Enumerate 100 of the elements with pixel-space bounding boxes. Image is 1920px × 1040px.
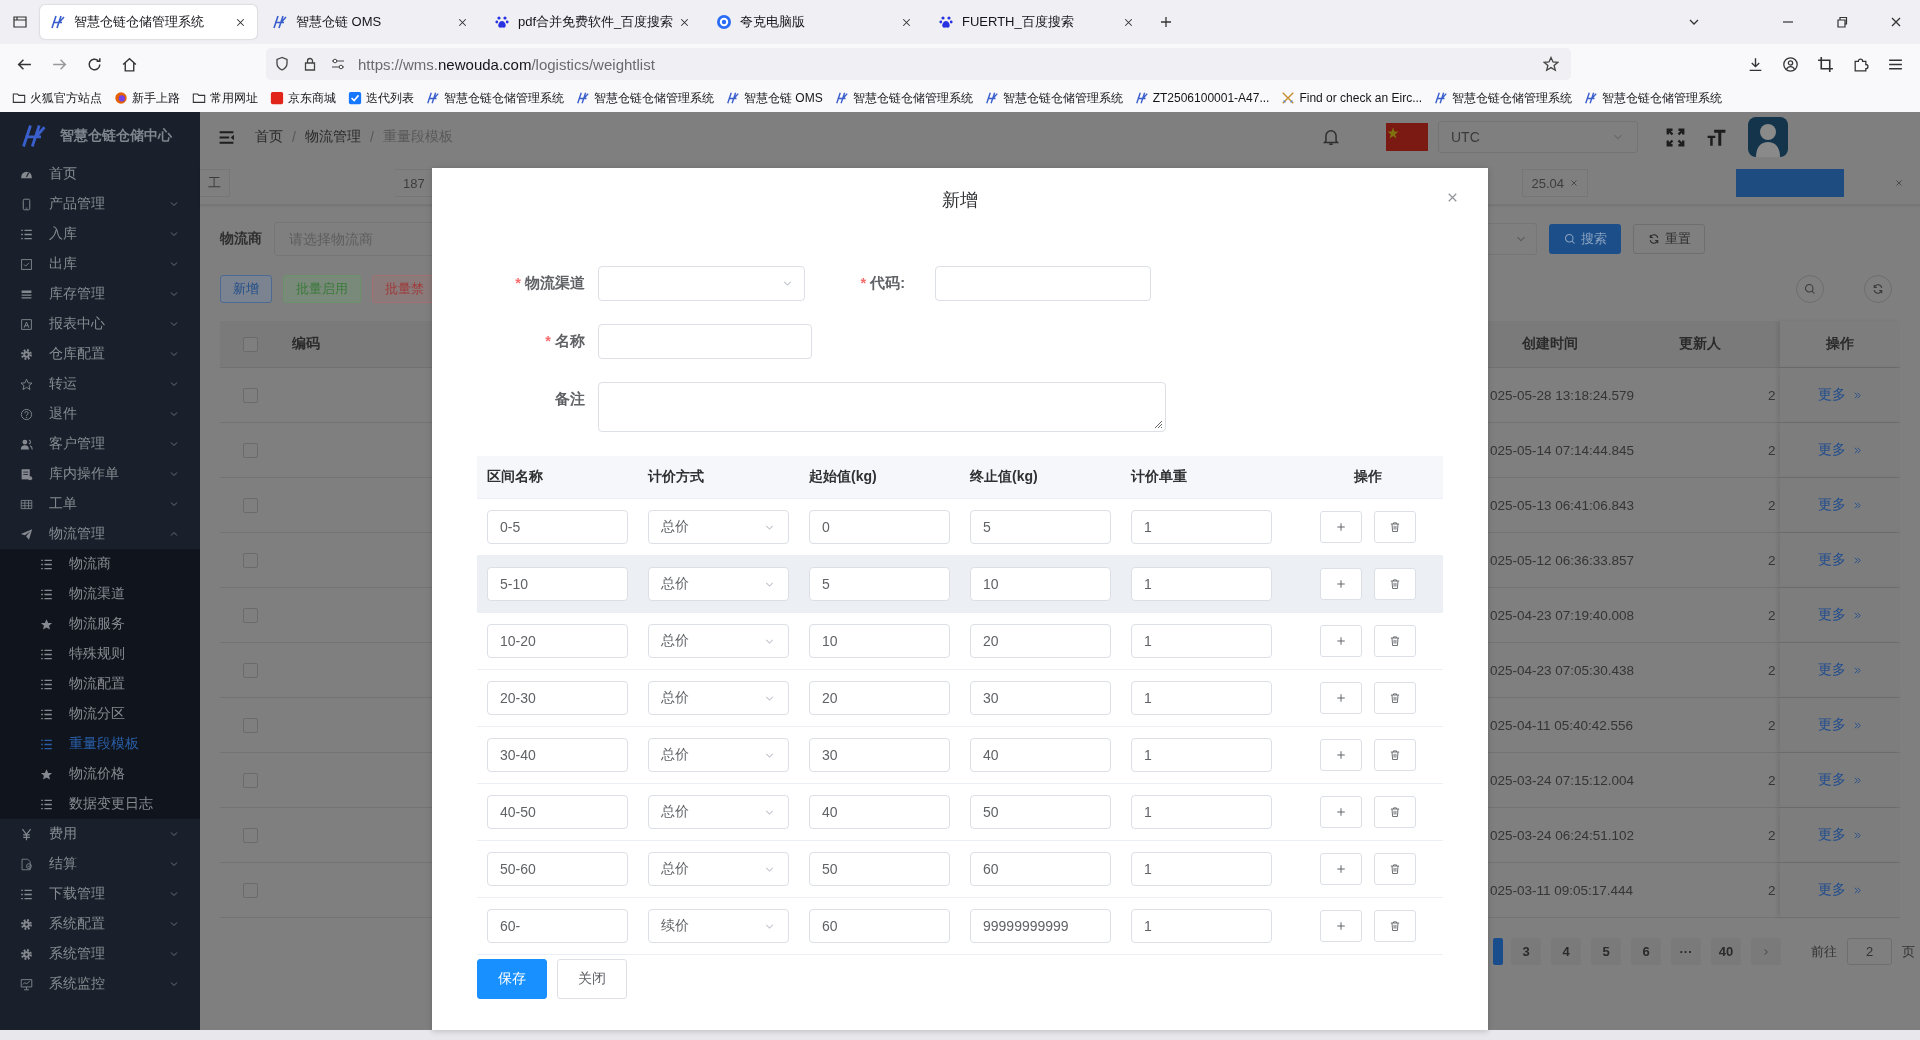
menu-item[interactable]: 库内操作单 xyxy=(0,459,200,489)
select-field[interactable]: 总价 xyxy=(648,624,789,658)
input-field[interactable]: 20 xyxy=(809,681,950,715)
menu-item[interactable]: 首页 xyxy=(0,159,200,189)
select-field[interactable]: 总价 xyxy=(648,738,789,772)
input-field[interactable]: 0 xyxy=(809,510,950,544)
bookmark[interactable]: 京东商城 xyxy=(270,89,336,107)
bookmark[interactable]: 智慧仓链仓储管理系统 xyxy=(576,89,714,107)
submenu-item[interactable]: 特殊规则 xyxy=(0,639,200,669)
select-field[interactable]: 总价 xyxy=(648,852,789,886)
menu-item[interactable]: 库存管理 xyxy=(0,279,200,309)
add-row-button[interactable] xyxy=(1319,682,1362,714)
select-field[interactable]: 总价 xyxy=(648,510,789,544)
select-field[interactable]: 总价 xyxy=(648,567,789,601)
search-toggle-button[interactable] xyxy=(1796,275,1824,303)
input-field[interactable]: 40 xyxy=(970,738,1111,772)
bookmark[interactable]: 智慧仓链仓储管理系统 xyxy=(834,89,973,107)
input-field[interactable] xyxy=(598,324,812,359)
page-button[interactable]: 3 xyxy=(1511,938,1541,965)
menu-item[interactable]: 产品管理 xyxy=(0,189,200,219)
page-button[interactable]: 4 xyxy=(1551,938,1581,965)
bookmark[interactable]: Find or check an Eirc... xyxy=(1281,91,1423,105)
delete-row-button[interactable] xyxy=(1373,796,1416,828)
input-field[interactable]: 1 xyxy=(1131,795,1272,829)
fullscreen-icon[interactable] xyxy=(1666,127,1685,147)
avatar[interactable] xyxy=(1748,117,1788,157)
bookmark[interactable]: 智慧仓链 OMS xyxy=(726,89,823,107)
menu-item[interactable]: 系统配置 xyxy=(0,909,200,939)
menu-item[interactable]: 客户管理 xyxy=(0,429,200,459)
bookmark[interactable]: 火狐官方站点 xyxy=(12,89,102,107)
input-field[interactable]: 60- xyxy=(487,909,628,943)
delete-row-button[interactable] xyxy=(1373,568,1416,600)
menu-item[interactable]: 系统监控 xyxy=(0,969,200,999)
reset-button[interactable]: 重置 xyxy=(1633,224,1705,254)
input-field[interactable]: 20 xyxy=(970,624,1111,658)
input-field[interactable]: 50 xyxy=(809,852,950,886)
tab-list-icon[interactable] xyxy=(12,14,28,30)
flag-icon[interactable] xyxy=(1386,123,1428,151)
input-field[interactable]: 50 xyxy=(970,795,1111,829)
page-button[interactable]: 6 xyxy=(1631,938,1661,965)
input-field[interactable]: 60 xyxy=(809,909,950,943)
url-text[interactable]: https://wms.newouda.com/logistics/weightlist xyxy=(358,55,1543,73)
add-row-button[interactable] xyxy=(1319,511,1362,543)
add-row-button[interactable] xyxy=(1319,796,1362,828)
search-button[interactable]: 搜索 xyxy=(1549,224,1621,254)
select-field[interactable]: 总价 xyxy=(648,795,789,829)
page-button[interactable]: 40 xyxy=(1711,938,1741,965)
delete-row-button[interactable] xyxy=(1373,625,1416,657)
submenu-item[interactable]: 物流商 xyxy=(0,549,200,579)
submenu-item[interactable]: 物流渠道 xyxy=(0,579,200,609)
menu-item[interactable]: 下载管理 xyxy=(0,879,200,909)
close-button[interactable]: 关闭 xyxy=(557,959,627,999)
reload-icon[interactable] xyxy=(86,55,103,73)
submenu-item[interactable]: 物流价格 xyxy=(0,759,200,789)
delete-row-button[interactable] xyxy=(1373,682,1416,714)
input-field[interactable]: 1 xyxy=(1131,909,1272,943)
address-bar[interactable]: https://wms.newouda.com/logistics/weightlist xyxy=(266,48,1571,80)
menu-item[interactable]: 工单 xyxy=(0,489,200,519)
input-field[interactable]: 60 xyxy=(970,852,1111,886)
add-row-button[interactable] xyxy=(1319,568,1362,600)
input-field[interactable]: 1 xyxy=(1131,852,1272,886)
input-field[interactable]: 50-60 xyxy=(487,852,628,886)
restore-icon[interactable] xyxy=(1834,14,1850,30)
crop-icon[interactable] xyxy=(1817,55,1834,73)
delete-row-button[interactable] xyxy=(1373,910,1416,942)
menu-item[interactable]: 系统管理 xyxy=(0,939,200,969)
input-field[interactable]: 10 xyxy=(809,624,950,658)
menu-item[interactable]: 仓库配置 xyxy=(0,339,200,369)
bookmark[interactable]: 智慧仓链仓储管理系统 xyxy=(1434,89,1573,107)
bookmark[interactable]: 常用网址 xyxy=(192,89,258,107)
add-row-button[interactable] xyxy=(1319,910,1362,942)
bookmark[interactable]: 新手上路 xyxy=(114,89,180,107)
menu-item[interactable]: 结算 xyxy=(0,849,200,879)
input-field[interactable] xyxy=(935,266,1151,301)
delete-row-button[interactable] xyxy=(1373,511,1416,543)
input-field[interactable]: 5 xyxy=(970,510,1111,544)
submenu-item[interactable]: 物流服务 xyxy=(0,609,200,639)
account-icon[interactable] xyxy=(1782,55,1799,73)
breadcrumb-item[interactable]: 物流管理 xyxy=(304,128,361,146)
bookmark[interactable]: ZT2506100001-A47... xyxy=(1134,91,1270,105)
page-input[interactable]: 2 xyxy=(1847,938,1892,965)
download-icon[interactable] xyxy=(1747,55,1764,73)
browser-tab[interactable]: pdf合并免费软件_百度搜索 xyxy=(484,5,701,39)
bookmark[interactable]: 智慧仓链仓储管理系统 xyxy=(426,89,564,107)
input-field[interactable]: 5-10 xyxy=(487,567,628,601)
menu-item[interactable]: 费用 xyxy=(0,819,200,849)
browser-tab[interactable]: 智慧仓链仓储管理系统 xyxy=(40,5,257,39)
menu-fold-icon[interactable] xyxy=(218,128,235,146)
input-field[interactable]: 1 xyxy=(1131,738,1272,772)
input-field[interactable]: 5 xyxy=(809,567,950,601)
menu-item[interactable]: 转运 xyxy=(0,369,200,399)
bookmark[interactable]: 迭代列表 xyxy=(348,89,414,107)
menu-item[interactable]: 出库 xyxy=(0,249,200,279)
select-field[interactable]: 总价 xyxy=(648,681,789,715)
refresh-button[interactable] xyxy=(1864,275,1892,303)
bookmark[interactable]: 智慧仓链仓储管理系统 xyxy=(1584,89,1723,107)
new-tab-icon[interactable] xyxy=(1158,14,1174,30)
input-field[interactable]: 10-20 xyxy=(487,624,628,658)
submenu-item[interactable]: 数据变更日志 xyxy=(0,789,200,819)
menu-item[interactable]: 报表中心 xyxy=(0,309,200,339)
